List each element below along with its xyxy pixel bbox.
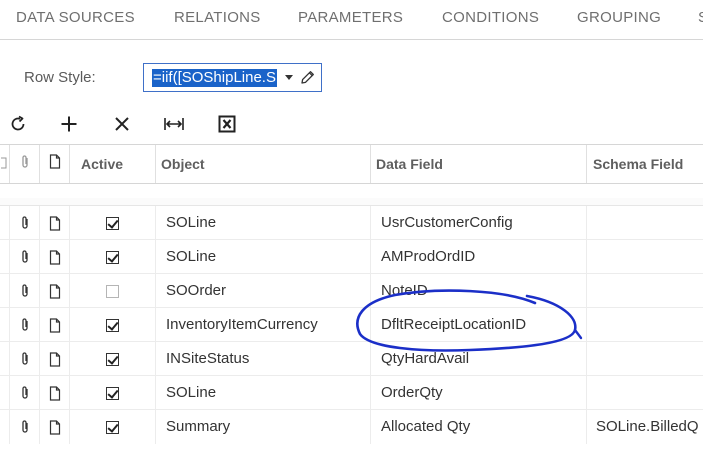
pencil-icon[interactable] [299,69,315,91]
paperclip-icon[interactable] [10,308,40,342]
checkbox-checked-icon[interactable] [106,386,119,400]
grid-header: Active Object Data Field Schema Field [0,144,703,184]
active-checkbox[interactable] [70,410,156,444]
data-field-cell[interactable]: Allocated Qty [371,410,587,444]
schema-field-cell[interactable] [587,308,703,342]
refresh-icon[interactable] [6,112,30,136]
row-style-field[interactable]: =iif([SOShipLine.S [143,63,322,92]
row-selector[interactable] [0,410,10,444]
export-excel-icon[interactable] [215,112,239,136]
paperclip-icon[interactable] [10,342,40,376]
active-checkbox[interactable] [70,274,156,308]
schema-field-cell[interactable] [587,206,703,240]
table-row[interactable]: INSiteStatus QtyHardAvail [0,342,703,376]
checkbox-checked-icon[interactable] [106,318,119,332]
fit-columns-icon[interactable] [162,112,186,136]
object-cell[interactable]: Summary [156,410,371,444]
table-row[interactable]: Summary Allocated Qty SOLine.BilledQ [0,410,703,444]
checkbox-checked-icon[interactable] [106,216,119,230]
row-selector[interactable] [0,206,10,240]
object-cell[interactable]: SOOrder [156,274,371,308]
note-icon[interactable] [40,410,70,444]
tab-grouping[interactable]: GROUPING [577,9,661,26]
row-selector[interactable] [0,342,10,376]
row-selector[interactable] [0,308,10,342]
note-icon[interactable] [40,342,70,376]
object-cell[interactable]: InventoryItemCurrency [156,308,371,342]
data-field-cell[interactable]: AMProdOrdID [371,240,587,274]
note-icon[interactable] [40,376,70,410]
row-selector[interactable] [0,274,10,308]
row-selector[interactable] [0,376,10,410]
row-selector[interactable] [0,240,10,274]
schema-field-cell[interactable] [587,240,703,274]
paperclip-icon[interactable] [10,410,40,444]
note-icon [49,154,61,172]
paperclip-icon [20,155,30,173]
schema-field-cell[interactable] [587,376,703,410]
row-style-value[interactable]: =iif([SOShipLine.S [152,69,277,87]
schema-field-column-header[interactable]: Schema Field [587,145,703,183]
table-row[interactable]: SOOrder NoteID [0,274,703,308]
grid-toolbar [0,108,703,140]
attachment-column-header[interactable] [10,145,40,183]
data-field-cell[interactable]: DfltReceiptLocationID [371,308,587,342]
note-column-header[interactable] [40,145,70,183]
table-row[interactable]: SOLine UsrCustomerConfig [0,206,703,240]
note-icon[interactable] [40,274,70,308]
schema-field-cell[interactable] [587,274,703,308]
active-checkbox[interactable] [70,240,156,274]
object-cell[interactable]: INSiteStatus [156,342,371,376]
tab-conditions[interactable]: CONDITIONS [442,9,539,26]
checkbox-checked-icon[interactable] [106,420,119,434]
tab-parameters[interactable]: PARAMETERS [298,9,403,26]
data-field-cell[interactable]: UsrCustomerConfig [371,206,587,240]
data-field-cell[interactable]: QtyHardAvail [371,342,587,376]
active-column-header[interactable]: Active [70,145,156,183]
row-style-label: Row Style: [24,69,96,86]
paperclip-icon[interactable] [10,240,40,274]
table-row[interactable]: SOLine AMProdOrdID [0,240,703,274]
chevron-down-icon[interactable] [285,75,293,80]
tab-truncated[interactable]: S [698,9,703,26]
checkbox-unchecked-icon[interactable] [106,284,119,298]
active-checkbox[interactable] [70,376,156,410]
note-icon[interactable] [40,240,70,274]
active-checkbox[interactable] [70,342,156,376]
schema-field-cell[interactable] [587,342,703,376]
data-field-cell[interactable]: OrderQty [371,376,587,410]
object-column-header[interactable]: Object [156,145,371,183]
data-field-cell[interactable]: NoteID [371,274,587,308]
object-cell[interactable]: SOLine [156,240,371,274]
object-cell[interactable]: SOLine [156,206,371,240]
object-cell[interactable]: SOLine [156,376,371,410]
add-icon[interactable] [57,112,81,136]
paperclip-icon[interactable] [10,376,40,410]
data-field-column-header[interactable]: Data Field [371,145,587,183]
active-checkbox[interactable] [70,308,156,342]
table-row[interactable]: InventoryItemCurrency DfltReceiptLocatio… [0,308,703,342]
row-selector-column[interactable] [0,145,10,183]
note-icon[interactable] [40,206,70,240]
tab-data-sources[interactable]: DATA SOURCES [16,9,135,26]
paperclip-icon[interactable] [10,206,40,240]
paperclip-icon[interactable] [10,274,40,308]
schema-field-cell[interactable]: SOLine.BilledQ [587,410,703,444]
checkbox-checked-icon[interactable] [106,250,119,264]
note-icon[interactable] [40,308,70,342]
checkbox-checked-icon[interactable] [106,352,119,366]
table-row[interactable]: SOLine OrderQty [0,376,703,410]
grid-partial-row [0,198,703,206]
tab-relations[interactable]: RELATIONS [174,9,261,26]
active-checkbox[interactable] [70,206,156,240]
delete-icon[interactable] [110,112,134,136]
tab-bar: DATA SOURCES RELATIONS PARAMETERS CONDIT… [0,0,703,40]
